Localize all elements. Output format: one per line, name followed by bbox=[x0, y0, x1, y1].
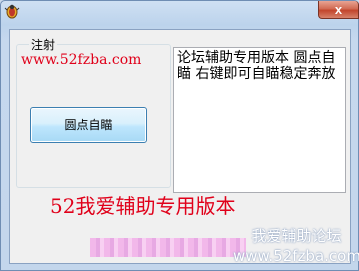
dot-aim-button[interactable]: 圆点自瞄 bbox=[30, 107, 147, 143]
site-url-label[interactable]: www.52fzba.com bbox=[21, 52, 141, 68]
close-button[interactable]: x bbox=[318, 1, 359, 19]
watermark-stripe bbox=[90, 238, 246, 257]
app-window: x 注射 www.52fzba.com 圆点自瞄 论坛辅助专用版本 圆点自瞄 右… bbox=[0, 0, 359, 271]
app-bug-icon bbox=[4, 4, 20, 19]
watermark-line-1: 我爱辅助论坛 bbox=[251, 227, 342, 245]
notes-textarea[interactable]: 论坛辅助专用版本 圆点自瞄 右键即可自瞄稳定奔放 bbox=[173, 47, 346, 193]
groupbox-title: 注射 bbox=[29, 36, 58, 53]
forum-watermark: 我爱辅助论坛 www.52fzba.com bbox=[233, 226, 359, 266]
banner-label: 52我爱辅助专用版本 bbox=[50, 194, 236, 218]
watermark-line-2: www.52fzba.com bbox=[233, 247, 359, 265]
